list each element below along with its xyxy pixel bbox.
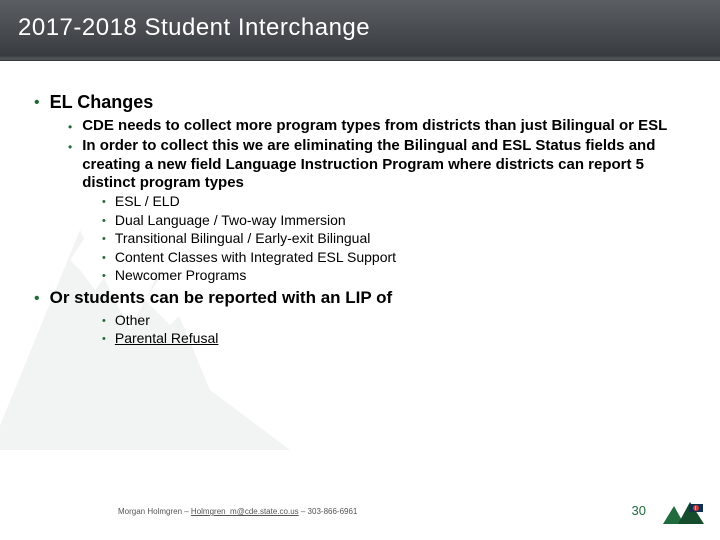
bullet-dot: • <box>34 290 40 308</box>
bullet-text: CDE needs to collect more program types … <box>82 117 667 135</box>
title-underline <box>0 56 720 61</box>
bullet-dot: • <box>102 215 106 230</box>
bullet-dot: • <box>68 140 72 192</box>
content-area: • EL Changes • CDE needs to collect more… <box>34 92 682 348</box>
bullet-level3: • Other <box>102 312 682 330</box>
contact-name: Morgan Holmgren – <box>118 507 191 516</box>
bullet-text: Dual Language / Two-way Immersion <box>115 212 346 230</box>
bullet-level1: • Or students can be reported with an LI… <box>34 288 682 308</box>
bullet-level3: • Content Classes with Integrated ESL Su… <box>102 249 682 267</box>
bullet-dot: • <box>102 315 106 330</box>
bullet-text: Content Classes with Integrated ESL Supp… <box>115 249 396 267</box>
bullet-dot: • <box>68 120 72 135</box>
slide-title: 2017-2018 Student Interchange <box>18 14 370 42</box>
bullet-level1: • EL Changes <box>34 92 682 113</box>
bullet-level3: • Newcomer Programs <box>102 267 682 285</box>
bullet-dot: • <box>102 233 106 248</box>
contact-phone: – 303-866-6961 <box>299 507 358 516</box>
bullet-text: Newcomer Programs <box>115 267 246 285</box>
bullet-dot: • <box>34 94 40 113</box>
contact-email-link[interactable]: Holmgren_m@cde.state.co.us <box>191 507 299 516</box>
colorado-logo <box>660 498 706 528</box>
bullet-dot: • <box>102 196 106 211</box>
page-number: 30 <box>632 503 646 518</box>
bullet-text: In order to collect this we are eliminat… <box>82 137 682 192</box>
bullet-text: ESL / ELD <box>115 193 180 211</box>
bullet-text: EL Changes <box>50 92 154 113</box>
bullet-dot: • <box>102 252 106 267</box>
bullet-level3: • ESL / ELD <box>102 193 682 211</box>
title-band: 2017-2018 Student Interchange <box>0 0 720 56</box>
bullet-text: Or students can be reported with an LIP … <box>50 288 393 308</box>
bullet-level3: • Parental Refusal <box>102 330 682 348</box>
bullet-dot: • <box>102 270 106 285</box>
bullet-level3: • Dual Language / Two-way Immersion <box>102 212 682 230</box>
bullet-text: Parental Refusal <box>115 330 219 348</box>
bullet-dot: • <box>102 333 106 348</box>
bullet-text: Transitional Bilingual / Early-exit Bili… <box>115 230 371 248</box>
bullet-text: Other <box>115 312 150 330</box>
bullet-level3: • Transitional Bilingual / Early-exit Bi… <box>102 230 682 248</box>
footer-contact: Morgan Holmgren – Holmgren_m@cde.state.c… <box>118 507 357 516</box>
bullet-level2: • CDE needs to collect more program type… <box>68 117 682 135</box>
bullet-level2: • In order to collect this we are elimin… <box>68 137 682 192</box>
